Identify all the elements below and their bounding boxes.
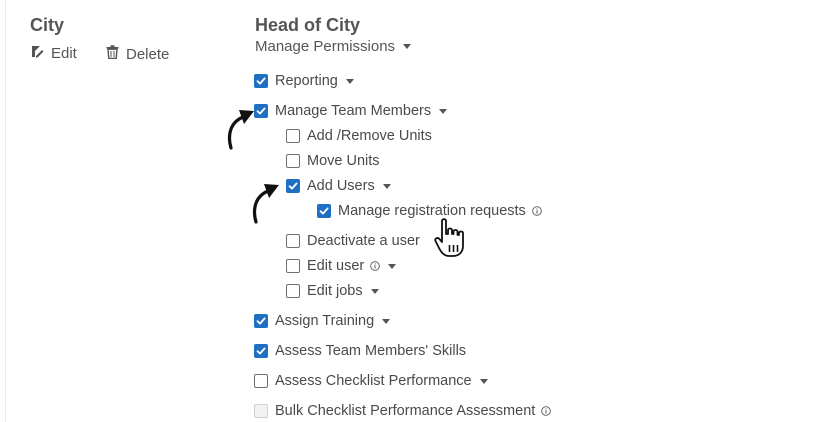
checkmark-icon <box>288 182 298 190</box>
checkbox-deactivate-user[interactable] <box>286 234 300 248</box>
permission-row-reporting: Reporting <box>254 73 354 89</box>
curved-arrow-icon <box>251 180 281 229</box>
caret-down-icon[interactable] <box>388 263 397 269</box>
edit-button[interactable]: Edit <box>31 45 77 62</box>
checkmark-icon <box>256 317 266 325</box>
checkmark-icon <box>256 77 266 85</box>
label-edit-user: Edit user <box>307 258 365 274</box>
label-add-users: Add Users <box>307 178 375 194</box>
permission-row-add-remove-units: Add /Remove Units <box>286 128 432 144</box>
checkbox-edit-user[interactable] <box>286 259 300 273</box>
curved-arrow-icon <box>226 106 256 155</box>
label-move-units: Move Units <box>307 153 380 169</box>
checkbox-assign-training[interactable] <box>254 314 268 328</box>
checkbox-add-remove-units[interactable] <box>286 129 300 143</box>
permission-row-assess-checklist: Assess Checklist Performance <box>254 373 488 389</box>
label-manage-registration-requests: Manage registration requests <box>338 203 526 219</box>
hand-pointer-icon <box>434 218 472 263</box>
caret-down-icon[interactable] <box>439 108 448 114</box>
label-deactivate-user: Deactivate a user <box>307 233 420 249</box>
checkbox-assess-skills[interactable] <box>254 344 268 358</box>
permission-row-assess-skills: Assess Team Members' Skills <box>254 343 466 359</box>
checkbox-manage-registration-requests[interactable] <box>317 204 331 218</box>
checkmark-icon <box>256 107 266 115</box>
caret-down-icon[interactable] <box>403 44 412 49</box>
caret-down-icon[interactable] <box>479 378 488 384</box>
checkbox-reporting[interactable] <box>254 74 268 88</box>
caret-down-icon[interactable] <box>382 183 391 189</box>
caret-down-icon[interactable] <box>382 318 391 324</box>
edit-icon <box>31 45 51 62</box>
permission-row-add-users: Add Users <box>286 178 391 194</box>
left-divider <box>5 0 6 422</box>
permission-row-move-units: Move Units <box>286 153 380 169</box>
permission-row-edit-jobs: Edit jobs <box>286 283 379 299</box>
label-assess-checklist: Assess Checklist Performance <box>275 373 472 389</box>
label-reporting: Reporting <box>275 73 338 89</box>
checkbox-assess-checklist[interactable] <box>254 374 268 388</box>
manage-permissions-label: Manage Permissions <box>255 38 396 55</box>
label-manage-team-members: Manage Team Members <box>275 103 432 119</box>
checkbox-add-users[interactable] <box>286 179 300 193</box>
checkbox-bulk-checklist <box>254 404 268 418</box>
delete-button[interactable]: Delete <box>106 45 169 63</box>
caret-down-icon[interactable] <box>345 78 354 84</box>
info-icon[interactable] <box>541 406 552 416</box>
permission-row-manage-team-members: Manage Team Members <box>254 103 448 119</box>
permission-row-assign-training: Assign Training <box>254 313 391 329</box>
delete-label: Delete <box>126 45 170 63</box>
permission-row-manage-registration-requests: Manage registration requests <box>317 203 542 219</box>
label-add-remove-units: Add /Remove Units <box>307 128 432 144</box>
checkbox-manage-team-members[interactable] <box>254 104 268 118</box>
permission-row-bulk-checklist: Bulk Checklist Performance Assessment <box>254 403 552 419</box>
permission-row-deactivate-user: Deactivate a user <box>286 233 420 249</box>
checkbox-edit-jobs[interactable] <box>286 284 300 298</box>
info-icon[interactable] <box>532 206 542 216</box>
permission-row-edit-user: Edit user <box>286 258 397 274</box>
checkbox-move-units[interactable] <box>286 154 300 168</box>
label-assign-training: Assign Training <box>275 313 375 329</box>
label-bulk-checklist: Bulk Checklist Performance Assessment <box>275 403 536 419</box>
checkmark-icon <box>319 207 329 215</box>
trash-icon <box>106 45 126 63</box>
label-assess-skills: Assess Team Members' Skills <box>275 343 467 359</box>
label-edit-jobs: Edit jobs <box>307 283 363 299</box>
caret-down-icon[interactable] <box>370 288 379 294</box>
info-icon[interactable] <box>370 261 380 271</box>
city-heading: City <box>30 15 65 35</box>
manage-permissions-dropdown[interactable]: Manage Permissions <box>255 38 412 55</box>
role-heading: Head of City <box>255 15 361 35</box>
checkmark-icon <box>256 347 266 355</box>
edit-label: Edit <box>51 45 77 62</box>
